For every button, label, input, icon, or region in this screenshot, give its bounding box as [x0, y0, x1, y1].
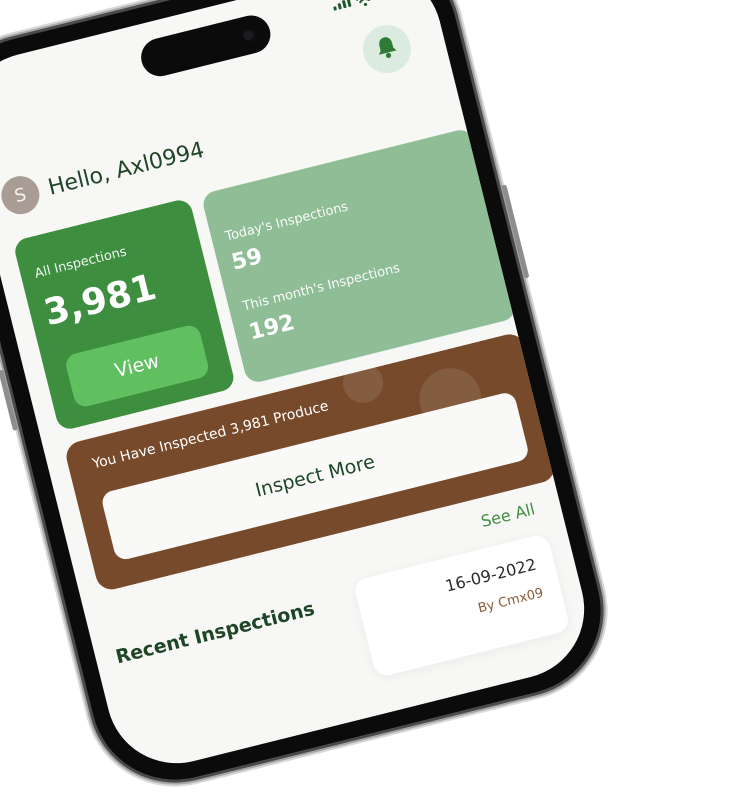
notifications-button[interactable] — [357, 20, 417, 79]
all-inspections-count: 3,981 — [39, 266, 161, 335]
signal-icon — [332, 0, 352, 11]
today-inspections-label: Today's Inspections — [223, 199, 350, 245]
volume-down-button — [0, 369, 19, 431]
month-inspections-count: 192 — [246, 310, 298, 346]
month-inspections-label: This month's Inspections — [241, 260, 402, 315]
recent-inspections-title: Recent Inspections — [113, 597, 317, 669]
today-inspections-count: 59 — [229, 243, 265, 276]
status-icons — [331, 0, 402, 11]
power-button — [501, 184, 530, 279]
greeting-text: Hello, Axl0994 — [45, 137, 207, 201]
see-all-link[interactable]: See All — [479, 499, 537, 531]
phone-frame: 41 S Hello, — [0, 0, 619, 798]
view-button[interactable]: View — [63, 323, 211, 409]
bell-icon — [373, 33, 401, 65]
camera-lens — [238, 25, 259, 45]
all-inspections-card: All Inspections 3,981 View — [12, 197, 237, 432]
wifi-icon — [354, 0, 372, 7]
avatar[interactable]: S — [0, 172, 44, 219]
inspector-name: By Cmx09 — [476, 585, 545, 617]
screen: 41 S Hello, — [0, 0, 600, 779]
recent-inspection-card[interactable]: 16-09-2022 By Cmx09 — [352, 532, 571, 679]
dynamic-island — [137, 11, 275, 81]
banner-decoration — [338, 358, 388, 408]
